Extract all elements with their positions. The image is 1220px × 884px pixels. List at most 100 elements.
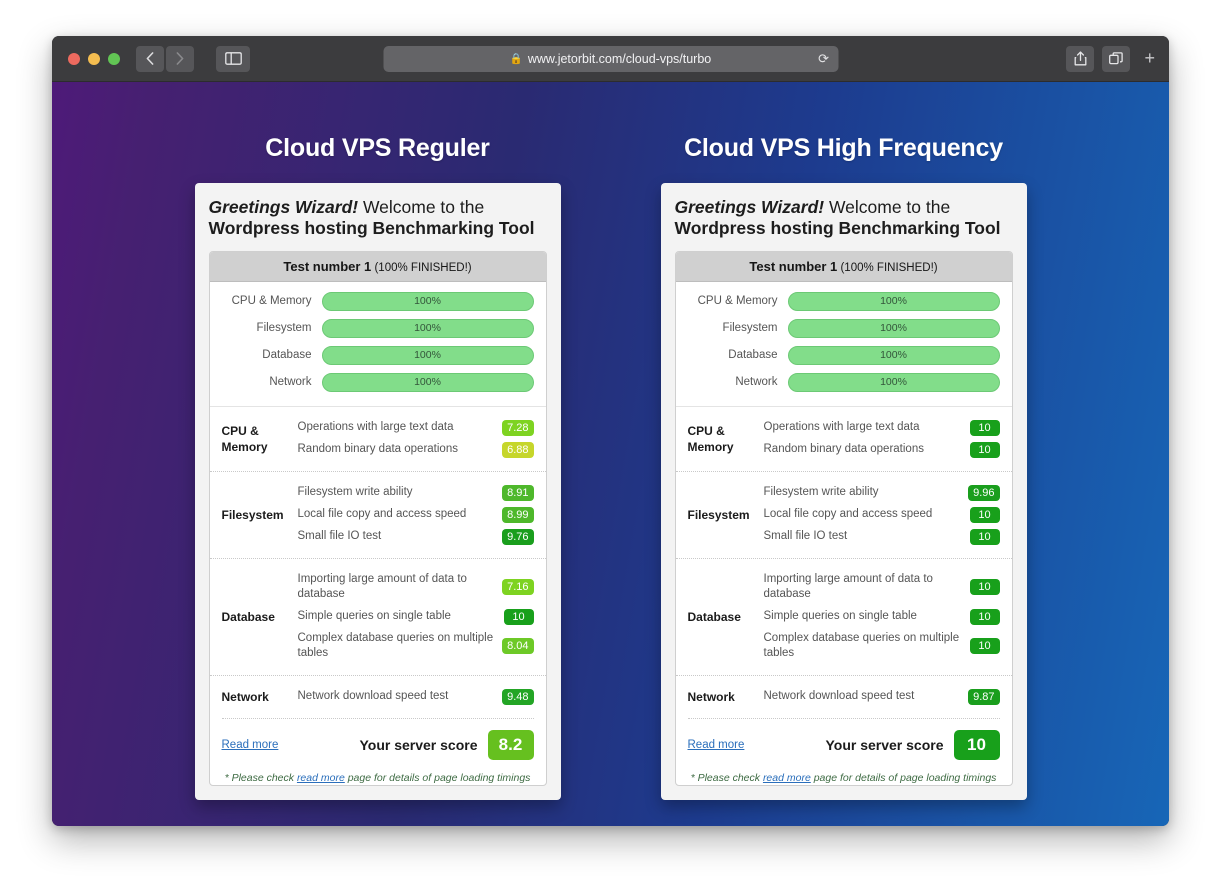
progress-list-left: CPU & Memory 100% Filesystem 100% Databa… bbox=[210, 282, 546, 406]
progress-row: CPU & Memory 100% bbox=[684, 291, 1000, 311]
score-label: Simple queries on single table bbox=[297, 609, 451, 622]
note-read-more-link[interactable]: read more bbox=[297, 772, 345, 784]
score-group-cpu-memory: CPU & Memory Operations with large text … bbox=[209, 405, 546, 471]
score-label: Filesystem write ability bbox=[763, 485, 879, 498]
group-label: Database bbox=[221, 609, 275, 624]
progress-row: Database 100% bbox=[218, 345, 534, 365]
column-title-right: Cloud VPS High Frequency bbox=[684, 134, 1003, 162]
score-badge: 10 bbox=[503, 608, 534, 625]
server-score-wrap: Your server score 8.2 bbox=[359, 729, 534, 760]
progress-label: CPU & Memory bbox=[231, 295, 312, 308]
score-label: Small file IO test bbox=[763, 529, 848, 542]
score-badge: 7.28 bbox=[502, 419, 534, 436]
progress-row: Filesystem 100% bbox=[684, 318, 1000, 338]
score-badge: 8.99 bbox=[502, 506, 534, 523]
server-score-label: Your server score bbox=[825, 736, 944, 753]
footer-note-right: * Please check read more page for detail… bbox=[688, 771, 1000, 785]
score-row: Complex database queries on multiple tab… bbox=[764, 628, 1000, 665]
test-panel-header-right: Test number 1 (100% FINISHED!) bbox=[675, 251, 1012, 282]
note-prefix: * Please check bbox=[224, 771, 297, 784]
group-label: CPU & Memory bbox=[687, 423, 734, 454]
progress-row: Network 100% bbox=[218, 372, 534, 392]
progress-bar: 100% bbox=[321, 318, 534, 338]
tab-overview-icon bbox=[1109, 51, 1124, 64]
address-bar[interactable]: 🔒 www.jetorbit.com/cloud-vps/turbo ⟳ bbox=[383, 45, 838, 72]
sidebar-toggle-button[interactable] bbox=[216, 45, 250, 72]
score-badge: 10 bbox=[969, 579, 1000, 596]
note-read-more-link[interactable]: read more bbox=[763, 772, 811, 784]
greeting-text-left: Greetings Wizard! bbox=[208, 197, 359, 217]
share-button[interactable] bbox=[1066, 45, 1095, 72]
score-badge: 9.48 bbox=[502, 688, 534, 705]
greeting-text-right: Greetings Wizard! bbox=[674, 197, 825, 217]
column-cloud-vps-high-frequency: Cloud VPS High Frequency Greetings Wizar… bbox=[660, 134, 1027, 800]
minimize-button[interactable] bbox=[88, 52, 100, 65]
score-group-filesystem: Filesystem Filesystem write ability 9.96… bbox=[675, 470, 1012, 558]
close-button[interactable] bbox=[68, 52, 80, 65]
back-button[interactable] bbox=[136, 45, 164, 72]
web-page-content: Cloud VPS Reguler Greetings Wizard! Welc… bbox=[52, 82, 1169, 826]
server-score-value: 10 bbox=[953, 729, 1000, 760]
score-row: Network download speed test 9.48 bbox=[298, 686, 534, 708]
score-label: Network download speed test bbox=[763, 689, 915, 702]
back-chevron-icon bbox=[146, 52, 154, 65]
url-text: www.jetorbit.com/cloud-vps/turbo bbox=[527, 51, 712, 66]
score-row: Local file copy and access speed 8.99 bbox=[298, 504, 534, 526]
progress-bar: 100% bbox=[787, 372, 1000, 392]
comparison-columns: Cloud VPS Reguler Greetings Wizard! Welc… bbox=[52, 82, 1169, 800]
note-suffix: page for details of page loading timings bbox=[810, 771, 997, 784]
score-label: Filesystem write ability bbox=[297, 485, 413, 498]
progress-bar: 100% bbox=[787, 318, 1000, 338]
share-icon bbox=[1074, 51, 1087, 66]
score-group-database: Database Importing large amount of data … bbox=[675, 557, 1012, 675]
score-label: Random binary data operations bbox=[763, 442, 924, 455]
read-more-link[interactable]: Read more bbox=[688, 739, 745, 751]
score-label: Random binary data operations bbox=[297, 442, 458, 455]
show-tabs-button[interactable] bbox=[1102, 45, 1131, 72]
score-badge: 10 bbox=[969, 419, 1000, 436]
group-rows: Operations with large text data 7.28 Ran… bbox=[298, 417, 534, 461]
traffic-lights bbox=[68, 52, 120, 65]
score-row: Small file IO test 9.76 bbox=[298, 526, 534, 548]
group-label: Network bbox=[221, 689, 269, 704]
server-score-value: 8.2 bbox=[487, 729, 534, 760]
test-number-left: Test number 1 bbox=[283, 258, 372, 274]
score-row: Operations with large text data 10 bbox=[764, 417, 1000, 439]
score-badge: 9.87 bbox=[968, 688, 1000, 705]
group-rows: Filesystem write ability 8.91 Local file… bbox=[298, 482, 534, 548]
score-row: Simple queries on single table 10 bbox=[764, 606, 1000, 628]
new-tab-button[interactable]: + bbox=[1138, 48, 1161, 69]
server-score-wrap: Your server score 10 bbox=[825, 729, 1000, 760]
browser-window: 🔒 www.jetorbit.com/cloud-vps/turbo ⟳ + C… bbox=[52, 36, 1169, 826]
progress-row: Network 100% bbox=[684, 372, 1000, 392]
progress-row: CPU & Memory 100% bbox=[218, 291, 534, 311]
reload-icon[interactable]: ⟳ bbox=[818, 51, 829, 67]
benchmark-card-right: Greetings Wizard! Welcome to the Wordpre… bbox=[660, 183, 1027, 800]
score-groups-left: CPU & Memory Operations with large text … bbox=[209, 405, 546, 718]
read-more-link[interactable]: Read more bbox=[222, 739, 279, 751]
progress-row: Database 100% bbox=[684, 345, 1000, 365]
score-label: Local file copy and access speed bbox=[297, 507, 467, 520]
test-panel-header-left: Test number 1 (100% FINISHED!) bbox=[209, 251, 546, 282]
zoom-button[interactable] bbox=[108, 52, 120, 65]
forward-button[interactable] bbox=[166, 45, 194, 72]
column-title-left: Cloud VPS Reguler bbox=[265, 134, 490, 162]
score-group-filesystem: Filesystem Filesystem write ability 8.91… bbox=[209, 470, 546, 558]
score-group-network: Network Network download speed test 9.48 bbox=[209, 674, 546, 718]
score-badge: 6.88 bbox=[502, 441, 534, 458]
group-label: Network bbox=[687, 689, 735, 704]
score-label: Importing large amount of data to databa… bbox=[297, 572, 467, 601]
progress-bar: 100% bbox=[787, 345, 1000, 365]
test-status-left: (100% FINISHED!) bbox=[371, 261, 472, 274]
progress-list-right: CPU & Memory 100% Filesystem 100% Databa… bbox=[676, 282, 1012, 406]
server-score-label: Your server score bbox=[359, 736, 478, 753]
benchmark-header-left: Greetings Wizard! Welcome to the Wordpre… bbox=[195, 183, 561, 251]
score-row: Importing large amount of data to databa… bbox=[764, 569, 1000, 606]
score-group-network: Network Network download speed test 9.87 bbox=[675, 674, 1012, 718]
progress-label: CPU & Memory bbox=[697, 295, 778, 308]
titlebar-right-actions: + bbox=[1066, 45, 1161, 72]
test-panel-right: Test number 1 (100% FINISHED!) CPU & Mem… bbox=[674, 250, 1013, 786]
forward-chevron-icon bbox=[176, 52, 184, 65]
score-badge: 9.76 bbox=[502, 528, 534, 545]
score-badge: 10 bbox=[969, 441, 1000, 458]
